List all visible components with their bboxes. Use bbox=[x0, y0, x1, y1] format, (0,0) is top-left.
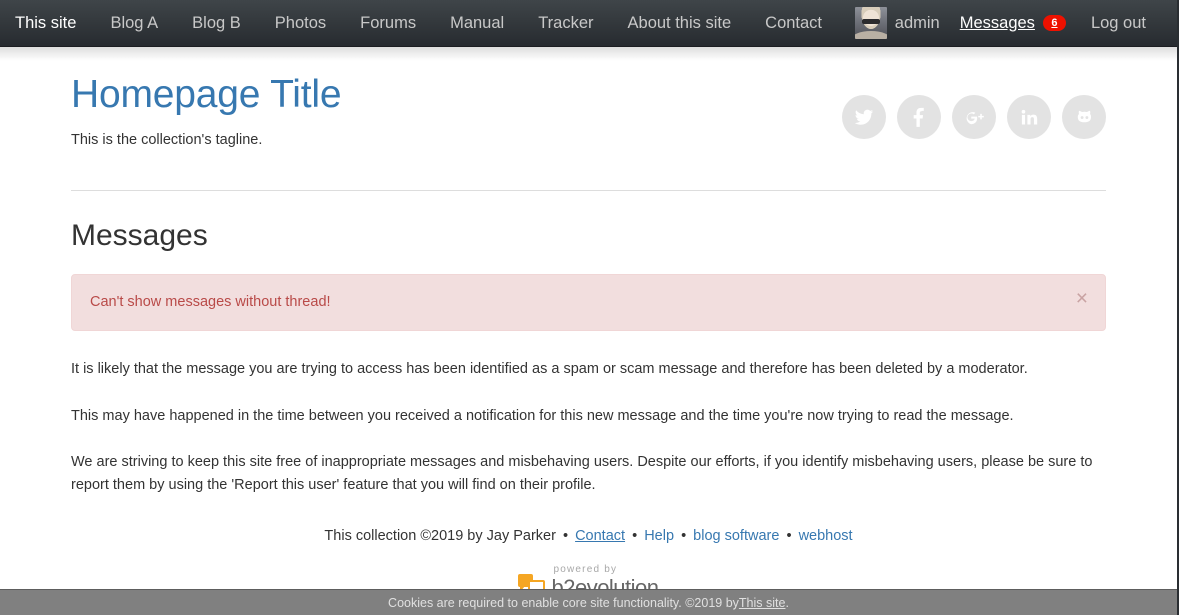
github-icon[interactable] bbox=[1062, 95, 1106, 139]
nav-item-messages[interactable]: Messages 6 bbox=[946, 14, 1074, 33]
alert-error: Can't show messages without thread! × bbox=[71, 274, 1106, 332]
cookie-notice-text: Cookies are required to enable core site… bbox=[388, 595, 739, 610]
navbar-primary-links: This site Blog A Blog B Photos Forums Ma… bbox=[0, 0, 845, 46]
nav-item-logout[interactable]: Log out bbox=[1074, 0, 1163, 47]
close-icon[interactable]: × bbox=[1072, 286, 1092, 311]
content-container: Homepage Title This is the collection's … bbox=[71, 47, 1106, 599]
credits-separator-1: • bbox=[562, 528, 569, 545]
credits-separator-3: • bbox=[681, 528, 687, 545]
credits-separator-4: • bbox=[786, 528, 792, 545]
credits-link-contact[interactable]: Contact bbox=[575, 528, 625, 544]
social-links bbox=[842, 95, 1106, 139]
alert-message-text: Can't show messages without thread! bbox=[90, 294, 331, 310]
powered-by-label: powered by bbox=[553, 563, 618, 575]
nav-item-contact[interactable]: Contact bbox=[748, 0, 839, 47]
section-heading-messages: Messages bbox=[71, 219, 208, 252]
credits-link-webhost[interactable]: webhost bbox=[799, 528, 853, 544]
nav-item-tracker[interactable]: Tracker bbox=[521, 0, 610, 47]
cookie-notice-bar: Cookies are required to enable core site… bbox=[0, 589, 1177, 615]
messages-count-badge: 6 bbox=[1042, 15, 1066, 31]
nav-item-manual[interactable]: Manual bbox=[433, 0, 521, 47]
nav-item-this-site[interactable]: This site bbox=[0, 0, 93, 47]
credits-separator-2: • bbox=[632, 528, 638, 545]
info-paragraph-1: It is likely that the message you are tr… bbox=[71, 361, 1028, 378]
cookie-notice-link[interactable]: This site bbox=[739, 596, 786, 610]
site-header: Homepage Title This is the collection's … bbox=[71, 47, 1106, 191]
credits-link-blog-software[interactable]: blog software bbox=[693, 528, 779, 544]
info-paragraph-2: This may have happened in the time betwe… bbox=[71, 407, 1014, 424]
nav-item-photos[interactable]: Photos bbox=[258, 0, 343, 47]
navbar-user-area: admin Messages 6 Log out bbox=[845, 0, 1177, 46]
linkedin-icon[interactable] bbox=[1007, 95, 1051, 139]
page-root: This site Blog A Blog B Photos Forums Ma… bbox=[0, 0, 1179, 615]
footer-credits: This collection ©2019 by Jay Parker • Co… bbox=[71, 526, 1106, 548]
nav-item-blog-a[interactable]: Blog A bbox=[93, 0, 175, 47]
twitter-icon[interactable] bbox=[842, 95, 886, 139]
google-plus-icon[interactable] bbox=[952, 95, 996, 139]
credits-link-help[interactable]: Help bbox=[644, 528, 674, 544]
nav-messages-label: Messages bbox=[959, 13, 1035, 32]
main-navbar: This site Blog A Blog B Photos Forums Ma… bbox=[0, 0, 1177, 47]
info-paragraph-3: We are striving to keep this site free o… bbox=[71, 454, 1093, 493]
credits-copyright: This collection ©2019 by Jay Parker bbox=[324, 528, 556, 545]
header-divider bbox=[71, 189, 1106, 191]
nav-item-blog-b[interactable]: Blog B bbox=[175, 0, 258, 47]
cookie-notice-suffix: . bbox=[785, 595, 789, 610]
facebook-icon[interactable] bbox=[897, 95, 941, 139]
user-menu[interactable]: admin bbox=[845, 7, 946, 39]
avatar bbox=[854, 7, 887, 39]
nav-item-forums[interactable]: Forums bbox=[343, 0, 433, 47]
nav-username: admin bbox=[894, 13, 940, 32]
main-content: Messages Can't show messages without thr… bbox=[71, 191, 1106, 496]
nav-item-about-this-site[interactable]: About this site bbox=[611, 0, 749, 47]
